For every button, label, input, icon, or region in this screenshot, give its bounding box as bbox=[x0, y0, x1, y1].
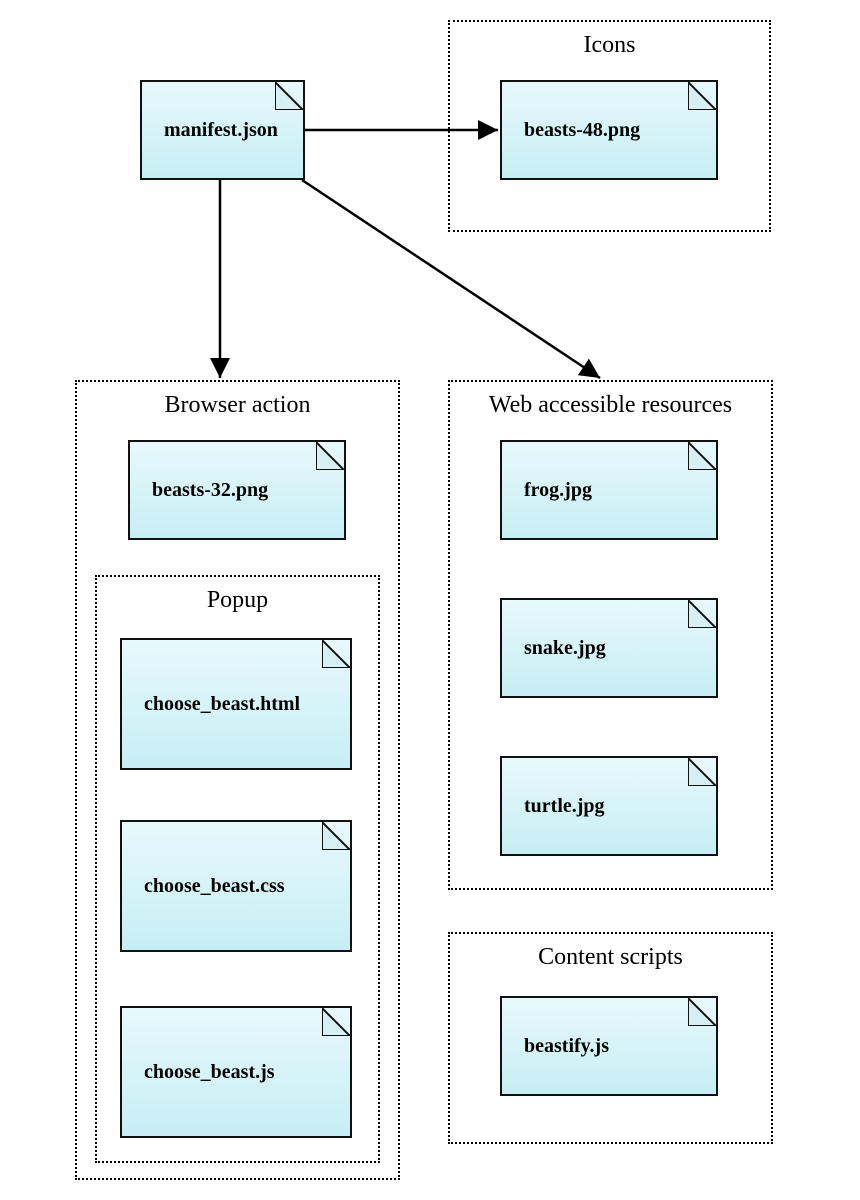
file-turtle: turtle.jpg bbox=[500, 756, 718, 856]
folded-corner-icon bbox=[316, 442, 344, 470]
file-label: beasts-32.png bbox=[152, 479, 268, 502]
folded-corner-icon bbox=[688, 758, 716, 786]
folded-corner-icon bbox=[688, 442, 716, 470]
file-label: beastify.js bbox=[524, 1035, 609, 1058]
file-choose-beast-js: choose_beast.js bbox=[120, 1006, 352, 1138]
file-label: snake.jpg bbox=[524, 637, 606, 660]
file-icons-beasts48: beasts-48.png bbox=[500, 80, 718, 180]
file-choose-beast-html: choose_beast.html bbox=[120, 638, 352, 770]
file-label: frog.jpg bbox=[524, 479, 592, 502]
file-label: choose_beast.js bbox=[144, 1061, 275, 1084]
file-label: turtle.jpg bbox=[524, 795, 605, 818]
file-beasts32: beasts-32.png bbox=[128, 440, 346, 540]
folded-corner-icon bbox=[322, 1008, 350, 1036]
folded-corner-icon bbox=[688, 600, 716, 628]
folded-corner-icon bbox=[322, 640, 350, 668]
file-label: choose_beast.html bbox=[144, 693, 300, 716]
diagram-canvas: manifest.json Icons beasts-48.png Browse… bbox=[0, 0, 860, 1200]
file-label: choose_beast.css bbox=[144, 875, 285, 898]
file-choose-beast-css: choose_beast.css bbox=[120, 820, 352, 952]
file-label: manifest.json bbox=[164, 119, 278, 142]
folded-corner-icon bbox=[688, 998, 716, 1026]
file-frog: frog.jpg bbox=[500, 440, 718, 540]
file-snake: snake.jpg bbox=[500, 598, 718, 698]
folded-corner-icon bbox=[322, 822, 350, 850]
file-beastify: beastify.js bbox=[500, 996, 718, 1096]
folded-corner-icon bbox=[275, 82, 303, 110]
file-label: beasts-48.png bbox=[524, 119, 640, 142]
file-manifest: manifest.json bbox=[140, 80, 305, 180]
folded-corner-icon bbox=[688, 82, 716, 110]
